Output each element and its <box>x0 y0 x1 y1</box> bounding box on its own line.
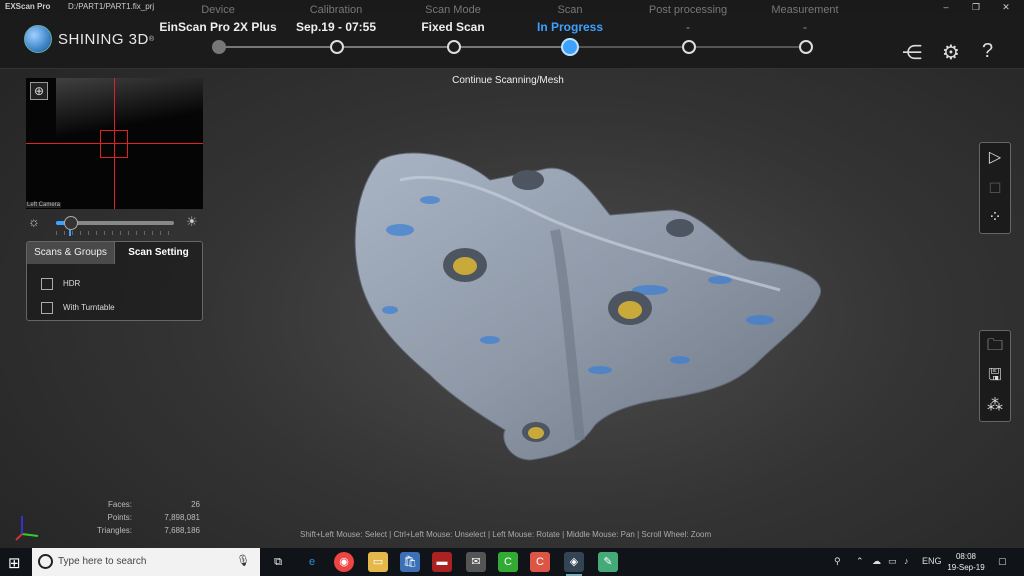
volume-icon[interactable]: ♪ <box>904 556 909 566</box>
axis-indicator <box>15 516 39 541</box>
play-icon[interactable]: ▷ <box>980 143 1010 173</box>
faces-count: 26 <box>191 500 200 509</box>
open-folder-icon[interactable]: 🗀 <box>980 331 1010 361</box>
step-device[interactable]: Device EinScan Pro 2X Plus <box>153 4 283 34</box>
red-app-icon[interactable]: C <box>530 552 550 572</box>
crosshair-box <box>100 130 128 158</box>
continue-scanning-label[interactable]: Continue Scanning/Mesh <box>438 75 578 86</box>
hdr-label: HDR <box>63 279 81 288</box>
step-scan-mode[interactable]: Scan Mode Fixed Scan <box>388 4 518 34</box>
cloud-icon[interactable]: ☁ <box>872 556 881 567</box>
turntable-label: With Turntable <box>63 303 115 312</box>
save-icon[interactable]: 🖫 <box>980 361 1010 391</box>
camera-label: Left Camera <box>26 202 62 208</box>
scanned-3d-model[interactable] <box>340 140 830 480</box>
brightness-slider-thumb[interactable] <box>64 216 78 230</box>
notification-icon[interactable]: ▢ <box>998 556 1007 567</box>
file-explorer-icon[interactable]: ▭ <box>368 552 388 572</box>
step-scan[interactable]: Scan In Progress <box>505 4 635 34</box>
triangles-count: 7,688,186 <box>164 526 200 535</box>
search-placeholder: Type here to search <box>58 556 147 567</box>
store-icon[interactable]: 🛍 <box>400 552 420 572</box>
windows-start-icon[interactable]: ⊞ <box>8 554 21 572</box>
mail-icon[interactable]: ✉ <box>466 552 486 572</box>
step-device-dot[interactable] <box>212 40 226 54</box>
brightness-slider[interactable]: ☼ ☀ <box>26 212 203 238</box>
step-scan-mode-dot[interactable] <box>447 40 461 54</box>
tab-scan-setting[interactable]: Scan Setting <box>115 242 202 264</box>
people-icon[interactable]: ⚲ <box>834 556 841 567</box>
turntable-checkbox[interactable] <box>41 302 53 314</box>
step-calibration[interactable]: Calibration Sep.19 - 07:55 <box>271 4 401 34</box>
mesh-icon[interactable]: ⁂ <box>980 391 1010 421</box>
clock-date: 19-Sep-19 <box>947 563 985 572</box>
green-app-icon[interactable]: C <box>498 552 518 572</box>
paint-app-icon[interactable]: ✎ <box>598 552 618 572</box>
mouse-hint: Shift+Left Mouse: Select | Ctrl+Left Mou… <box>300 530 712 539</box>
step-measurement-dot[interactable] <box>799 40 813 54</box>
zoom-icon[interactable]: ⊕ <box>30 82 48 100</box>
scan-control-toolbar: ▷ ◻ ⁘ <box>979 142 1011 234</box>
car-app-icon[interactable]: ▬ <box>432 552 452 572</box>
step-post-processing[interactable]: Post processing - <box>623 4 753 34</box>
brightness-high-icon: ☀ <box>186 214 198 229</box>
step-scan-dot[interactable] <box>561 38 579 56</box>
model-statistics: Faces: 26 Points: 7,898,081 Triangles: 7,68… <box>97 500 200 535</box>
taskbar-clock[interactable]: 08:08 19-Sep-19 <box>946 551 986 573</box>
clock-time: 08:08 <box>955 552 977 561</box>
edge-icon[interactable]: e <box>302 552 322 572</box>
language-indicator[interactable]: ENG <box>922 556 942 566</box>
chrome-icon[interactable]: ◉ <box>334 552 354 572</box>
taskbar-search[interactable]: Type here to search 🎙 <box>32 548 260 576</box>
windows-taskbar: ⊞ Type here to search 🎙 ⧉ e ◉ ▭ 🛍 ▬ ✉ C … <box>0 548 1024 576</box>
point-cloud-icon[interactable]: ⁘ <box>980 203 1010 233</box>
microphone-icon[interactable]: 🎙 <box>236 554 250 567</box>
hdr-checkbox[interactable] <box>41 278 53 290</box>
step-calibration-dot[interactable] <box>330 40 344 54</box>
points-count: 7,898,081 <box>164 513 200 522</box>
workflow-steps: Device EinScan Pro 2X Plus Calibration S… <box>0 0 1024 68</box>
stop-icon[interactable]: ◻ <box>980 173 1010 203</box>
network-icon[interactable]: ▭ <box>888 556 897 567</box>
brightness-low-icon: ☼ <box>28 214 40 229</box>
task-view-icon[interactable]: ⧉ <box>268 552 288 572</box>
tab-scans-groups[interactable]: Scans & Groups <box>27 242 115 264</box>
step-measurement[interactable]: Measurement - <box>740 4 870 34</box>
step-post-processing-dot[interactable] <box>682 40 696 54</box>
file-toolbar: 🗀 🖫 ⁂ <box>979 330 1011 422</box>
exscan-app-icon[interactable]: ◈ <box>564 552 584 576</box>
chevron-up-icon[interactable]: ⌃ <box>856 556 864 567</box>
camera-preview[interactable]: ⊕ Left Camera <box>26 78 203 209</box>
search-icon <box>38 554 53 569</box>
scan-settings-panel: Scans & Groups Scan Setting HDR With Tur… <box>26 241 203 321</box>
